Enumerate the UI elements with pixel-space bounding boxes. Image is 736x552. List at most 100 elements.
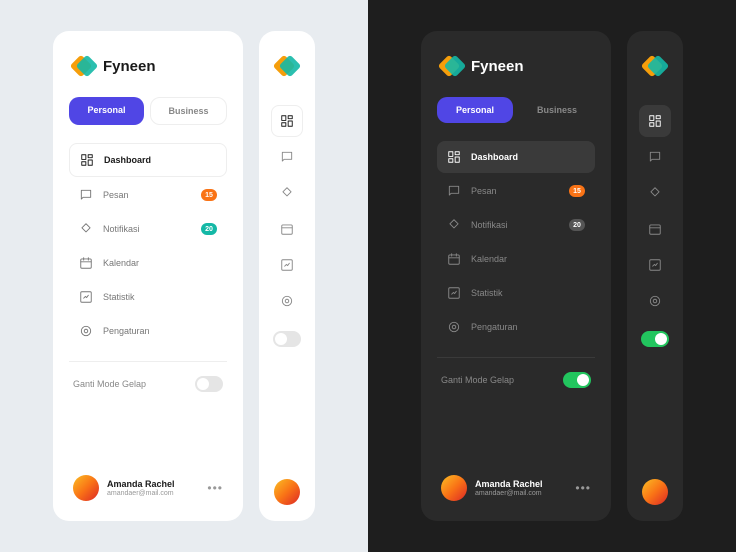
dashboard-icon [648, 114, 662, 128]
bell-icon [280, 186, 294, 200]
badge-notifikasi: 20 [569, 219, 585, 231]
mini-kalendar[interactable] [271, 213, 303, 245]
bell-icon [79, 222, 93, 236]
divider [69, 361, 227, 362]
calendar-icon [280, 222, 294, 236]
mini-pengaturan[interactable] [271, 285, 303, 317]
mini-avatar[interactable] [642, 479, 668, 505]
divider [437, 357, 595, 358]
nav-notifikasi[interactable]: Notifikasi 20 [69, 213, 227, 245]
gear-icon [447, 320, 461, 334]
message-icon [648, 150, 662, 164]
avatar[interactable] [73, 475, 99, 501]
gear-icon [648, 294, 662, 308]
nav-label: Dashboard [471, 152, 518, 162]
brand-name: Fyneen [103, 58, 156, 75]
nav-pengaturan[interactable]: Pengaturan [69, 315, 227, 347]
gear-icon [280, 294, 294, 308]
brand: Fyneen [69, 55, 227, 77]
tab-business[interactable]: Business [150, 97, 227, 125]
user-name: Amanda Rachel [107, 479, 175, 489]
logo-icon [644, 55, 666, 77]
mini-dark-mode-toggle[interactable] [641, 331, 669, 347]
mini-notifikasi[interactable] [271, 177, 303, 209]
nav-label: Notifikasi [103, 224, 140, 234]
chart-icon [447, 286, 461, 300]
nav-statistik[interactable]: Statistik [69, 281, 227, 313]
bell-icon [447, 218, 461, 232]
mini-dashboard[interactable] [271, 105, 303, 137]
nav-pesan[interactable]: Pesan 15 [69, 179, 227, 211]
dashboard-icon [280, 114, 294, 128]
account-tabs: Personal Business [437, 97, 595, 123]
calendar-icon [648, 222, 662, 236]
mini-dashboard[interactable] [639, 105, 671, 137]
sidebar-expanded-dark: Fyneen Personal Business Dashboard Pesan… [421, 31, 611, 521]
mini-dark-mode-toggle[interactable] [273, 331, 301, 347]
mini-avatar[interactable] [274, 479, 300, 505]
nav-pesan[interactable]: Pesan 15 [437, 175, 595, 207]
mini-pesan[interactable] [639, 141, 671, 173]
message-icon [447, 184, 461, 198]
mini-nav [627, 105, 683, 317]
calendar-icon [79, 256, 93, 270]
nav-notifikasi[interactable]: Notifikasi 20 [437, 209, 595, 241]
brand-name: Fyneen [471, 58, 524, 75]
mini-pengaturan[interactable] [639, 285, 671, 317]
nav-label: Pesan [103, 190, 129, 200]
nav-list: Dashboard Pesan 15 Notifikasi 20 Kalenda… [69, 143, 227, 347]
bell-icon [648, 186, 662, 200]
nav-kalendar[interactable]: Kalendar [69, 247, 227, 279]
nav-label: Dashboard [104, 155, 151, 165]
user-name: Amanda Rachel [475, 479, 543, 489]
nav-label: Kalendar [103, 258, 139, 268]
dark-mode-toggle[interactable] [195, 376, 223, 392]
sidebar-collapsed-dark [627, 31, 683, 521]
mini-kalendar[interactable] [639, 213, 671, 245]
mini-pesan[interactable] [271, 141, 303, 173]
message-icon [280, 150, 294, 164]
gear-icon [79, 324, 93, 338]
chart-icon [648, 258, 662, 272]
tab-personal[interactable]: Personal [437, 97, 513, 123]
account-tabs: Personal Business [69, 97, 227, 125]
chart-icon [280, 258, 294, 272]
dark-mode-label: Ganti Mode Gelap [73, 379, 146, 389]
badge-pesan: 15 [569, 185, 585, 197]
avatar[interactable] [441, 475, 467, 501]
nav-statistik[interactable]: Statistik [437, 277, 595, 309]
calendar-icon [447, 252, 461, 266]
nav-pengaturan[interactable]: Pengaturan [437, 311, 595, 343]
nav-dashboard[interactable]: Dashboard [437, 141, 595, 173]
mini-nav [259, 105, 315, 317]
dark-mode-row: Ganti Mode Gelap [69, 376, 227, 392]
nav-kalendar[interactable]: Kalendar [437, 243, 595, 275]
more-icon[interactable]: ••• [575, 481, 591, 495]
sidebar-expanded-light: Fyneen Personal Business Dashboard Pesan… [53, 31, 243, 521]
more-icon[interactable]: ••• [207, 481, 223, 495]
mini-statistik[interactable] [639, 249, 671, 281]
nav-list: Dashboard Pesan 15 Notifikasi 20 Kalenda… [437, 141, 595, 343]
user-info: Amanda Rachel amandaer@mail.com [475, 479, 543, 497]
dashboard-icon [80, 153, 94, 167]
sidebar-collapsed-light [259, 31, 315, 521]
nav-dashboard[interactable]: Dashboard [69, 143, 227, 177]
mini-statistik[interactable] [271, 249, 303, 281]
logo-icon [441, 55, 463, 77]
user-email: amandaer@mail.com [107, 490, 175, 497]
nav-label: Statistik [471, 288, 503, 298]
chart-icon [79, 290, 93, 304]
dark-mode-label: Ganti Mode Gelap [441, 375, 514, 385]
logo-icon [73, 55, 95, 77]
badge-notifikasi: 20 [201, 223, 217, 235]
badge-pesan: 15 [201, 189, 217, 201]
tab-personal[interactable]: Personal [69, 97, 144, 125]
nav-label: Pengaturan [471, 322, 518, 332]
tab-business[interactable]: Business [519, 97, 595, 123]
dark-mode-toggle[interactable] [563, 372, 591, 388]
brand: Fyneen [437, 55, 595, 77]
mini-notifikasi[interactable] [639, 177, 671, 209]
nav-label: Pengaturan [103, 326, 150, 336]
nav-label: Statistik [103, 292, 135, 302]
logo-icon [276, 55, 298, 77]
